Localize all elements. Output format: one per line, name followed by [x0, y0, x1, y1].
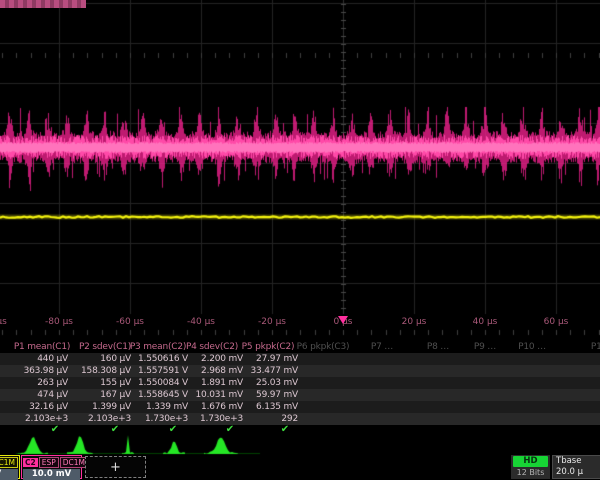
c2-esp-tag: ESP — [39, 457, 59, 468]
measurement-value: 2.103e+3 — [67, 413, 131, 425]
axis-tick-label: 40 µs — [473, 317, 498, 327]
channel-c1-descriptor[interactable]: DC1M 0 mV — [0, 455, 20, 479]
measurement-value: 27.97 mV — [234, 353, 298, 365]
axis-tick-label: -80 µs — [45, 317, 73, 327]
axis-tick-label: -60 µs — [116, 317, 144, 327]
measurement-value: 167 µV — [67, 389, 131, 401]
param-header-inactive[interactable]: P9 … — [474, 341, 496, 353]
param-header-inactive[interactable]: P8 … — [427, 341, 449, 353]
measurement-value: 25.03 mV — [234, 377, 298, 389]
hd-badge: HD — [513, 456, 548, 467]
param-header-3[interactable]: P3 mean(C2) — [130, 341, 186, 353]
measurement-value: 33.477 mV — [234, 365, 298, 377]
param-header-1[interactable]: P1 mean(C1) — [14, 341, 70, 353]
measurement-value: 1.399 µV — [67, 401, 131, 413]
measurement-value: 474 µV — [4, 389, 68, 401]
axis-tick-label: -20 µs — [258, 317, 286, 327]
measurement-value: 32.16 µV — [4, 401, 68, 413]
measurement-value: 6.135 mV — [234, 401, 298, 413]
param-header-inactive[interactable]: P7 … — [371, 341, 393, 353]
measurement-value: 158.308 µV — [67, 365, 131, 377]
axis-tick-label: -40 µs — [187, 317, 215, 327]
c1-coupling-tag: DC1M — [0, 457, 18, 468]
cropped-menu-fragment — [0, 0, 86, 8]
measurement-value: 155 µV — [67, 377, 131, 389]
timebase-label: Tbase — [556, 456, 600, 467]
param-header-inactive[interactable]: P11 — [591, 341, 600, 353]
oscilloscope-screen: -100 µs-80 µs-60 µs-40 µs-20 µs0 µs20 µs… — [0, 0, 600, 480]
timebase-descriptor[interactable]: Tbase 20.0 µ — [552, 455, 600, 479]
axis-tick-label: 20 µs — [402, 317, 427, 327]
channel-c2-descriptor[interactable]: C2 ESP DC1M 10.0 mV — [21, 455, 82, 479]
hd-mode-tile[interactable]: HD 12 Bits — [511, 455, 550, 479]
axis-tick-label: 60 µs — [544, 317, 569, 327]
waveform-grid-canvas[interactable] — [0, 0, 600, 340]
axis-tick-label: -100 µs — [0, 317, 7, 327]
c1-volts-per-div: 0 mV — [0, 469, 18, 480]
measurement-value: 263 µV — [4, 377, 68, 389]
param-header-inactive[interactable]: P6 pkpk(C3) — [297, 341, 350, 353]
trigger-position-marker[interactable] — [338, 316, 348, 324]
timebase-per-div: 20.0 µ — [556, 467, 600, 478]
measurement-value: 160 µV — [67, 353, 131, 365]
param-header-2[interactable]: P2 sdev(C1) — [79, 341, 131, 353]
add-trace-button[interactable]: + — [85, 456, 146, 478]
c2-channel-label: C2 — [23, 458, 38, 467]
measurement-value: 363.98 µV — [4, 365, 68, 377]
param-header-inactive[interactable]: P10 … — [518, 341, 546, 353]
hd-bits-label: 12 Bits — [511, 467, 550, 478]
c2-coupling-tag: DC1M — [60, 457, 88, 468]
c2-volts-per-div: 10.0 mV — [23, 469, 80, 480]
param-header-4[interactable]: P4 sdev(C2) — [186, 341, 238, 353]
measurement-value: 440 µV — [4, 353, 68, 365]
param-header-5[interactable]: P5 pkpk(C2) — [242, 341, 295, 353]
measurement-value: 59.97 mV — [234, 389, 298, 401]
